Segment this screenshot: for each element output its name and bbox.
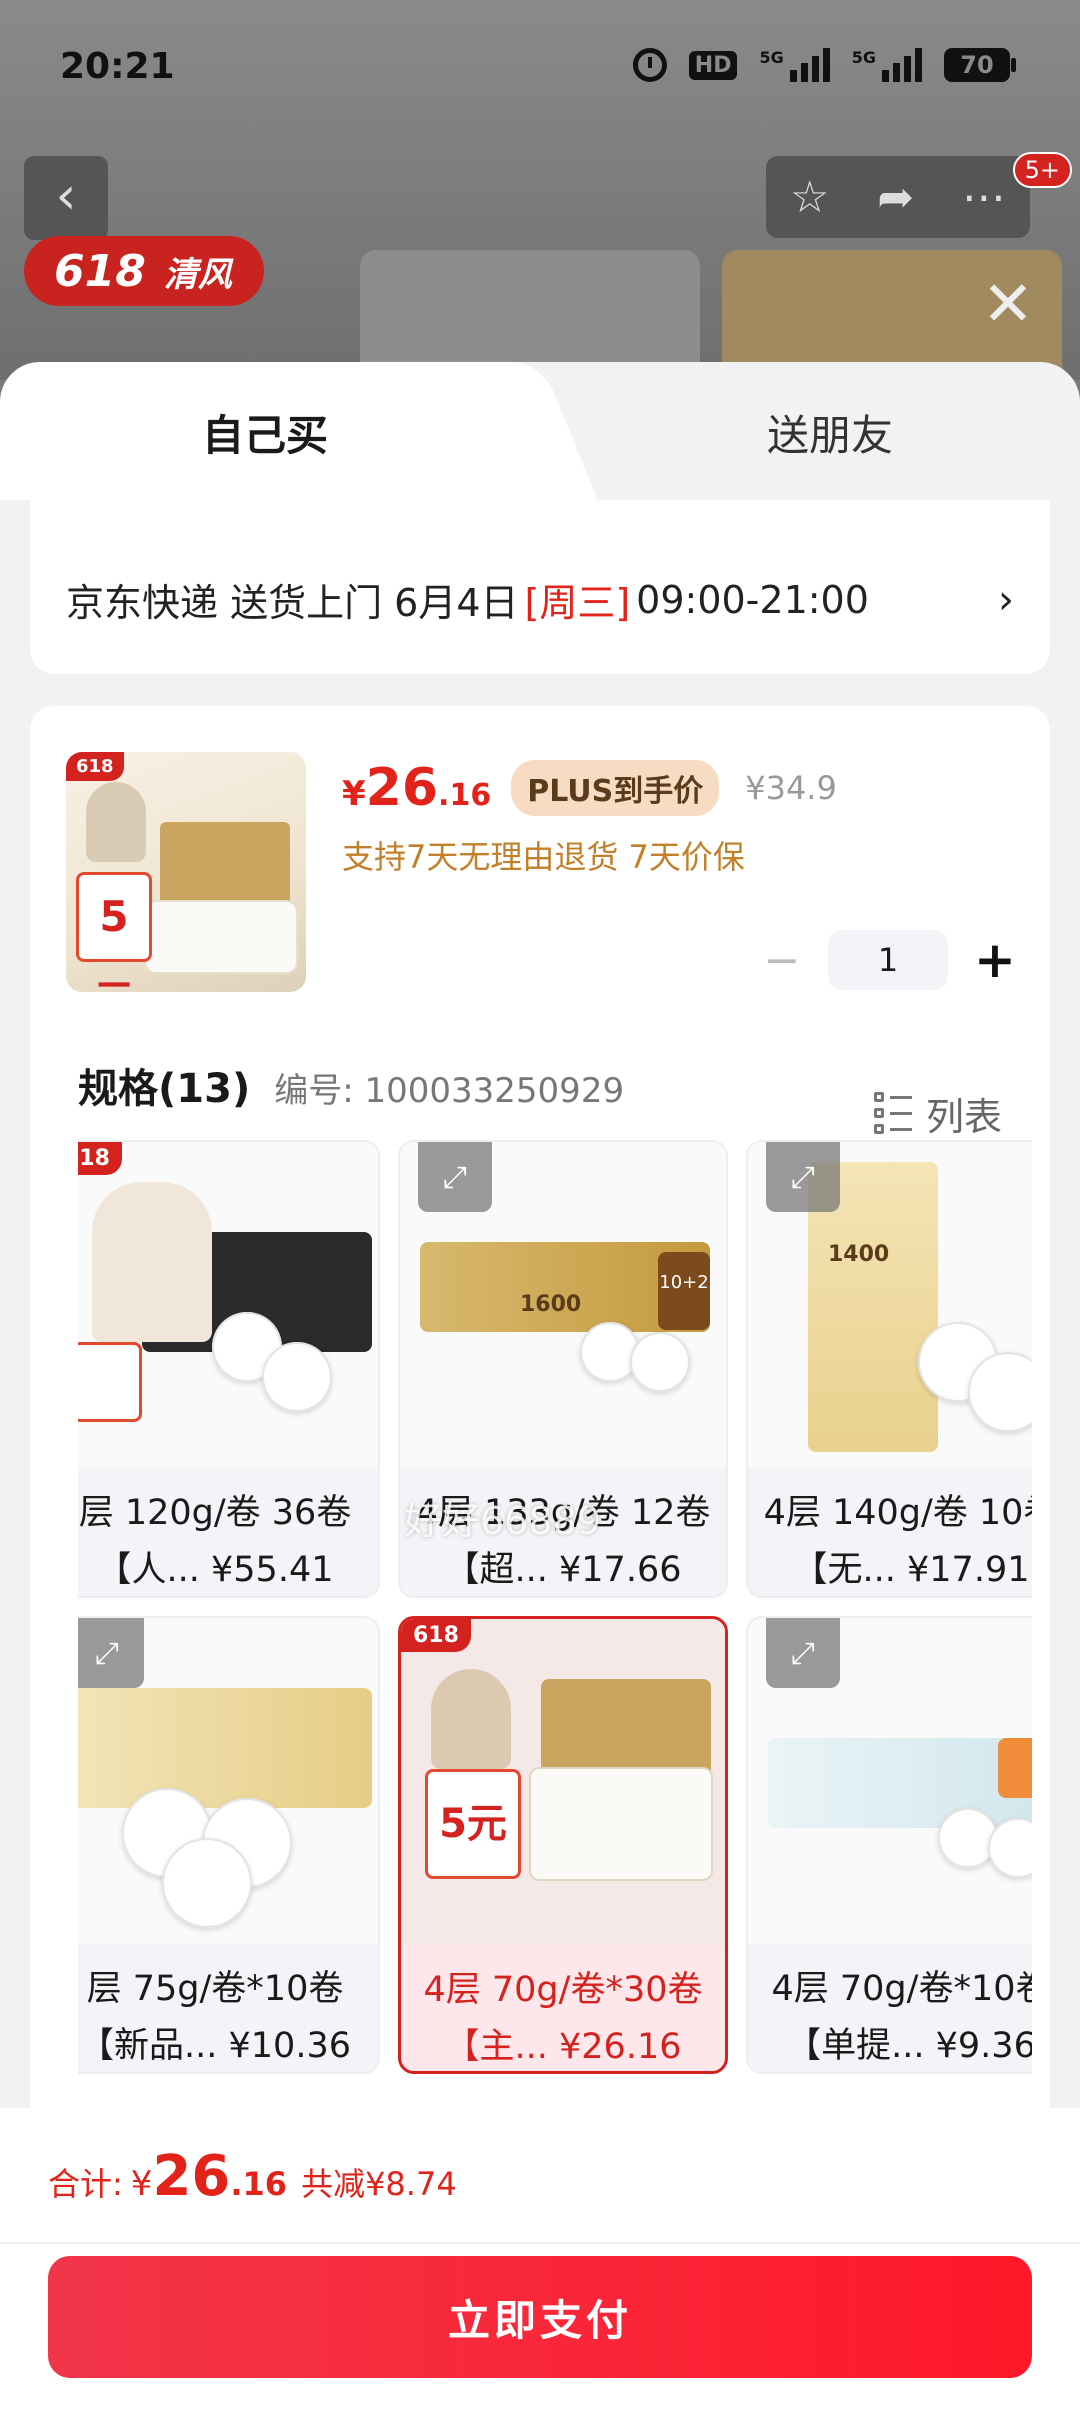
plus-price-tag: PLUS到手价 [511,760,720,816]
spec-title: 规格(13) [78,1066,251,1112]
delivery-time: 09:00-21:00 [636,577,869,622]
hd-icon: HD [688,50,738,80]
quantity-stepper: − 1 + [762,930,1016,990]
tab-buy-for-self[interactable]: 自己买 [0,362,530,502]
variant-spec: 4层 70g/卷*10卷 [771,1969,1033,2009]
signal-icon: 5G [852,48,922,82]
variant-price: 【单提... ¥9.36 [786,2026,1032,2066]
total-label: 合计: [48,2165,123,2203]
variant-spec: 4层 140g/卷 10卷 [763,1493,1032,1533]
badge-618: 618 [401,1619,471,1652]
variant-price: 【主... ¥26.16 [444,2027,682,2067]
package-label: 1600 [520,1292,582,1317]
variant-spec: 层 75g/卷*10卷 [86,1969,344,2009]
variant-image: 618 [78,1142,378,1468]
price-line: ¥26.16 PLUS到手价 ¥34.9 [342,758,837,818]
status-icons: HD 5G 5G 70 [632,48,1016,82]
total-price: 26 [152,2144,231,2209]
spec-header: 规格(13) 编号: 100033250929 列表 [78,1056,1002,1141]
quantity-input[interactable]: 1 [828,930,948,990]
variant-option[interactable]: ⤢ 层 75g/卷*10卷 【新品... ¥10.36 [78,1616,380,2074]
delivery-info: 京东快递 送货上门 6月4日 [周三] 09:00-21:00 › [66,572,1014,627]
status-time: 20:21 [60,46,175,87]
message-badge: 5+ [1012,152,1072,188]
variant-price: 【新品... ¥10.36 [79,2026,351,2066]
variant-price: 【超... ¥17.66 [444,1550,682,1590]
expand-icon[interactable]: ⤢ [418,1142,492,1212]
expand-icon[interactable]: ⤢ [766,1618,840,1688]
tab-label: 自己买 [201,410,328,460]
header-actions: ☆ ➦ ⋯ [766,156,1030,238]
original-price: ¥34.9 [745,769,837,807]
back-button[interactable]: ‹ [24,156,108,240]
pay-now-button[interactable]: 立即支付 [48,2256,1032,2378]
alarm-icon [632,48,667,82]
package-label: 10+2 [658,1252,710,1330]
badge-618: 618 [66,752,124,781]
share-icon[interactable]: ➦ [877,172,914,223]
purchase-tabs: 自己买 送朋友 [0,362,1080,502]
increase-quantity-button[interactable]: + [974,931,1016,989]
total-savings: 共减¥8.74 [301,2165,457,2203]
variant-spec: 层 120g/卷 36卷 [78,1493,352,1533]
product-thumbnail[interactable]: 5元 618 [66,752,306,992]
expand-icon[interactable]: ⤢ [78,1618,144,1688]
delivery-weekday: [周三] [524,581,631,625]
variant-option[interactable]: 1400 ⤢ 4层 140g/卷 10卷 【无... ¥17.91 [746,1140,1032,1598]
coupon-five-badge: 5元 [425,1769,521,1879]
divider [0,2242,1080,2244]
list-icon [873,1092,912,1134]
return-policy: 支持7天无理由退货 7天价保 [342,838,745,876]
variant-price: 【无... ¥17.91 [792,1550,1030,1590]
tab-gift-friend[interactable]: 送朋友 [580,362,1080,502]
product-code: 编号: 100033250929 [274,1071,625,1111]
variant-option-selected[interactable]: 5元 618 4层 70g/卷*30卷 【主... ¥26.16 [398,1616,728,2074]
variant-image: ⤢ [748,1618,1032,1944]
variant-price: 【人... ¥55.41 [96,1550,334,1590]
background-product-page: 20:21 HD 5G 5G 70 ‹ ☆ ➦ ⋯ 5+ 618 清风 ✕ [0,0,1080,410]
variant-option[interactable]: ⤢ 4层 70g/卷*10卷 【单提... ¥9.36 [746,1616,1032,2074]
checkout-bar: 合计: ¥ 26 .16 共减¥8.74 立即支付 [0,2108,1080,2412]
delivery-card[interactable]: 京东快递 送货上门 6月4日 [周三] 09:00-21:00 › [30,500,1050,674]
delivery-text: 京东快递 送货上门 6月4日 [66,581,519,625]
variant-spec: 4层 133g/卷 12卷 [415,1493,711,1533]
variant-image: 1400 ⤢ [748,1142,1032,1468]
variant-option[interactable]: 618 层 120g/卷 36卷 【人... ¥55.41 [78,1140,380,1598]
product-card: 5元 618 ¥26.16 PLUS到手价 ¥34.9 支持7天无理由退货 7天… [30,706,1050,2346]
chevron-right-icon: › [998,576,1014,623]
variant-image: 5元 618 [401,1619,725,1945]
current-price: ¥26.16 [342,758,492,818]
decrease-quantity-button[interactable]: − [762,935,802,986]
package-label: 1400 [828,1242,890,1267]
signal-icon: 5G [759,48,830,82]
tab-label: 送朋友 [766,410,893,460]
list-view-toggle[interactable]: 列表 [873,1086,1002,1141]
badge-618: 618 [78,1142,122,1175]
purchase-sheet: 自己买 送朋友 京东快递 送货上门 6月4日 [周三] 09:00-21:00 … [0,362,1080,2412]
variant-image: 1600 10+2 ⤢ [400,1142,726,1468]
status-bar: 20:21 HD 5G 5G 70 [0,0,1080,140]
battery-icon: 70 [944,48,1016,82]
promo-618-banner: 618 清风 [24,236,264,306]
variant-spec: 4层 70g/卷*30卷 [423,1970,703,2010]
coupon-five-badge: 5元 [76,872,152,992]
close-icon[interactable]: ✕ [982,273,1034,335]
variant-option[interactable]: 1600 10+2 ⤢ 4层 133g/卷 12卷 【超... ¥17.66 [398,1140,728,1598]
more-icon[interactable]: ⋯ [962,172,1006,223]
expand-icon[interactable]: ⤢ [766,1142,840,1212]
total-row: 合计: ¥ 26 .16 共减¥8.74 [48,2144,457,2209]
star-icon[interactable]: ☆ [790,172,829,223]
variant-image: ⤢ [78,1618,378,1944]
